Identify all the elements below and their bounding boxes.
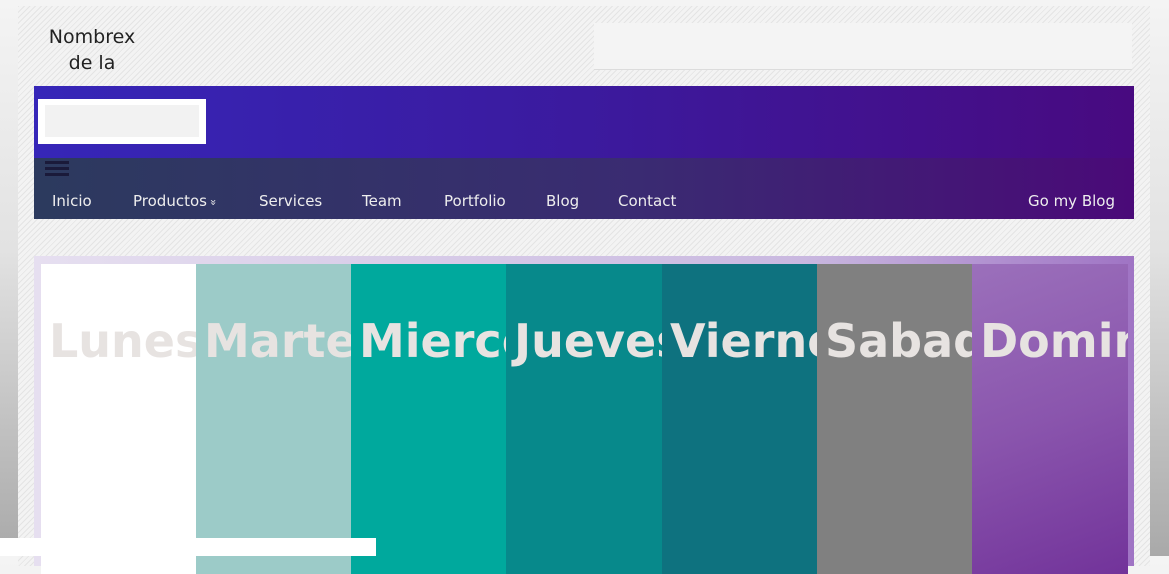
site-title: Nombrex de la (38, 24, 146, 76)
weekday-strip: Lunes Martes Mierco Jueves Vierne Sabad … (34, 256, 1134, 574)
footer-white-bar (0, 538, 376, 556)
day-column-martes[interactable]: Martes (196, 264, 351, 574)
nav-item-team[interactable]: Team (362, 192, 402, 210)
day-column-viernes[interactable]: Vierne (662, 264, 817, 574)
site-title-line-1: Nombrex (48, 26, 136, 48)
page-background: Nombrex de la Inicio Productos» Services… (18, 6, 1150, 574)
site-title-line-2: de la (68, 52, 116, 74)
nav-item-services[interactable]: Services (259, 192, 322, 210)
double-chevron-down-icon: » (206, 199, 220, 206)
main-navigation: Inicio Productos» Services Team Portfoli… (34, 158, 1134, 219)
day-column-domingo[interactable]: Domin (972, 264, 1128, 574)
day-column-jueves[interactable]: Jueves (506, 264, 662, 574)
nav-go-blog-link[interactable]: Go my Blog (1028, 192, 1115, 210)
day-column-sabado[interactable]: Sabad (817, 264, 972, 574)
nav-item-blog[interactable]: Blog (546, 192, 579, 210)
header-widget-area (594, 23, 1132, 70)
day-label: Sabad (825, 314, 972, 368)
day-label: Vierne (670, 314, 817, 368)
nav-item-portfolio[interactable]: Portfolio (444, 192, 506, 210)
nav-item-contact[interactable]: Contact (618, 192, 676, 210)
hamburger-icon[interactable] (45, 161, 69, 179)
day-label: Lunes (49, 314, 196, 368)
day-label: Martes (204, 314, 351, 368)
logo-image-placeholder (45, 105, 199, 137)
day-label: Jueves (514, 314, 662, 368)
nav-item-productos-label: Productos (133, 192, 207, 210)
header-banner (34, 86, 1134, 158)
day-label: Mierco (359, 314, 506, 368)
nav-item-productos[interactable]: Productos» (133, 192, 220, 210)
logo[interactable] (38, 99, 206, 144)
day-column-miercoles[interactable]: Mierco (351, 264, 506, 574)
nav-item-inicio[interactable]: Inicio (52, 192, 92, 210)
day-label: Domin (980, 314, 1128, 368)
day-column-lunes[interactable]: Lunes (41, 264, 196, 574)
